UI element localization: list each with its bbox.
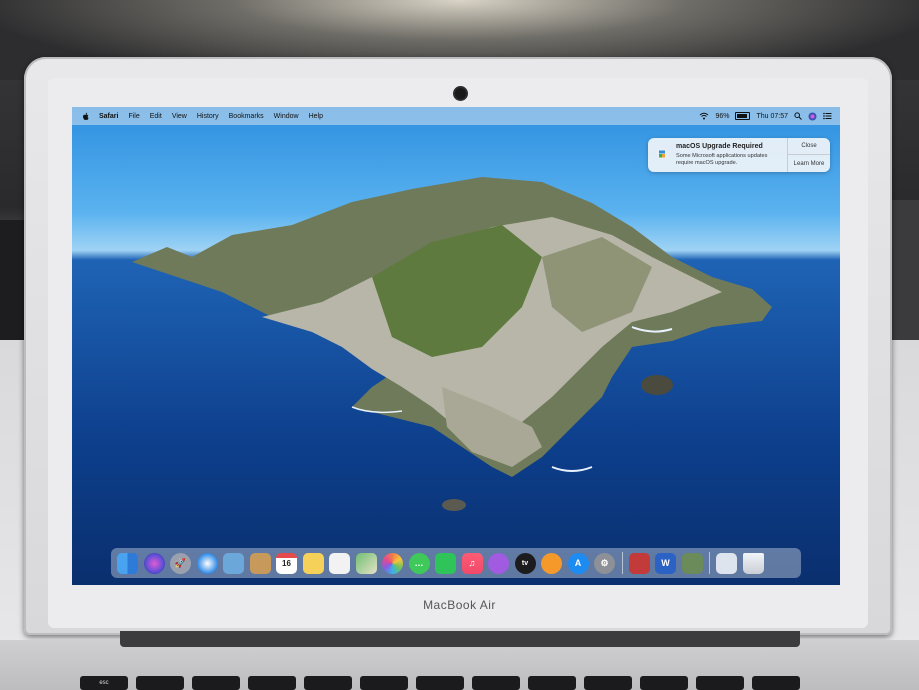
app-store-icon[interactable]: A [567, 552, 589, 574]
key-f3[interactable] [248, 676, 296, 690]
desktop-wallpaper [72, 107, 840, 585]
key-f8[interactable] [528, 676, 576, 690]
key-f11[interactable] [696, 676, 744, 690]
photos-icon[interactable] [382, 552, 403, 574]
facetime-icon[interactable] [435, 552, 456, 574]
trash-icon[interactable] [742, 552, 764, 574]
reminders-icon[interactable] [329, 552, 350, 574]
notification-banner[interactable]: macOS Upgrade Required Some Microsoft ap… [648, 138, 830, 172]
siri-icon[interactable] [808, 112, 817, 121]
menu-app-name[interactable]: Safari [94, 113, 123, 120]
word-icon[interactable]: W [655, 552, 676, 574]
notification-learn-more-button[interactable]: Learn More [788, 154, 830, 172]
menu-help[interactable]: Help [304, 113, 328, 120]
system-preferences-icon[interactable]: ⚙ [594, 552, 615, 574]
apple-tv-icon[interactable]: tv [514, 552, 536, 574]
photo-booth-icon[interactable] [628, 552, 650, 574]
notification-close-button[interactable]: Close [788, 138, 830, 154]
finder-icon[interactable] [117, 552, 138, 574]
menu-history[interactable]: History [192, 113, 224, 120]
preview-icon[interactable] [223, 552, 244, 574]
safari-icon[interactable] [196, 552, 218, 574]
camera [455, 88, 466, 99]
notification-center-icon[interactable] [823, 112, 832, 120]
dock-separator [621, 552, 623, 574]
podcasts-icon[interactable] [488, 552, 509, 574]
notes-icon[interactable] [302, 552, 324, 574]
key-f10[interactable] [640, 676, 688, 690]
keyboard-top-row: esc [80, 676, 800, 690]
menu-bar: Safari File Edit View History Bookmarks … [72, 107, 840, 125]
menu-status-area: 96% Thu 07:57 [699, 107, 832, 125]
menu-clock[interactable]: Thu 07:57 [756, 113, 788, 120]
siri-dock-icon[interactable] [143, 552, 165, 574]
music-icon[interactable]: ♫ [461, 552, 483, 574]
dock: 🚀 16 … ♫ tv A ⚙ W [111, 548, 801, 578]
messages-icon[interactable]: … [408, 552, 430, 574]
notification-title: macOS Upgrade Required [676, 143, 763, 150]
key-f6[interactable] [416, 676, 464, 690]
maps-icon[interactable] [355, 552, 377, 574]
key-f7[interactable] [472, 676, 520, 690]
key-f1[interactable] [136, 676, 184, 690]
menu-window[interactable]: Window [269, 113, 304, 120]
laptop-hinge [120, 631, 800, 647]
contacts-icon[interactable] [249, 552, 271, 574]
notification-actions: Close Learn More [787, 138, 830, 172]
installer-app-icon [657, 149, 667, 159]
wifi-icon[interactable] [699, 112, 709, 120]
macbook-brand-label: MacBook Air [423, 598, 496, 612]
dock-separator-2 [709, 552, 710, 574]
menu-view[interactable]: View [167, 113, 192, 120]
calendar-icon[interactable]: 16 [276, 552, 297, 574]
key-esc[interactable]: esc [80, 676, 128, 690]
notification-body: Some Microsoft applications updates requ… [676, 153, 768, 166]
apple-menu-icon[interactable] [82, 112, 90, 121]
menu-file[interactable]: File [123, 113, 144, 120]
key-f4[interactable] [304, 676, 352, 690]
calendar-day: 16 [282, 559, 291, 568]
key-f9[interactable] [584, 676, 632, 690]
key-f5[interactable] [360, 676, 408, 690]
migration-assistant-icon[interactable] [681, 552, 703, 574]
downloads-stack-icon[interactable] [716, 552, 737, 574]
menu-edit[interactable]: Edit [145, 113, 167, 120]
launchpad-icon[interactable]: 🚀 [170, 552, 191, 574]
key-f2[interactable] [192, 676, 240, 690]
battery-percent[interactable]: 96% [715, 113, 729, 120]
battery-icon[interactable] [735, 112, 751, 120]
spotlight-search-icon[interactable] [794, 112, 802, 120]
macos-screen: Safari File Edit View History Bookmarks … [72, 107, 840, 585]
books-icon[interactable] [541, 552, 562, 574]
menu-bookmarks[interactable]: Bookmarks [224, 113, 269, 120]
key-power[interactable] [752, 676, 800, 690]
